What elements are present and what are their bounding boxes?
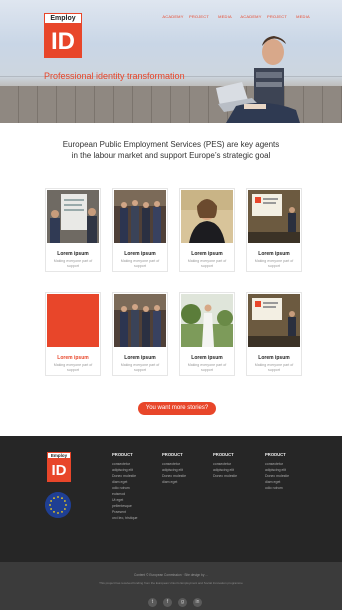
more-stories-button[interactable]: You want more stories? <box>138 402 216 415</box>
footer-heading: PRODUCT <box>213 452 234 457</box>
intro-line-2: in the labour market and support Europe’… <box>71 151 271 160</box>
hero-banner: Employ ID ACADEMY PROJECT MEDIA ACADEMY … <box>0 0 342 123</box>
card-subtitle: Making everyone part of support <box>53 363 93 372</box>
facebook-icon[interactable]: f <box>163 598 172 607</box>
card-subtitle: Making everyone part of support <box>53 259 93 268</box>
story-image-group <box>114 190 166 243</box>
story-card[interactable]: Lorem ipsum Making everyone part of supp… <box>112 188 168 272</box>
footer: Employ ID PRODUCT consectetur adipiscing… <box>0 436 342 562</box>
story-card[interactable]: Lorem ipsum Making everyone part of supp… <box>246 292 302 376</box>
card-subtitle: Making everyone part of support <box>254 363 294 372</box>
card-subtitle: Making everyone part of support <box>120 259 160 268</box>
linkedin-icon[interactable]: in <box>193 598 202 607</box>
story-image-outdoor-woman <box>181 294 233 347</box>
footer-link[interactable]: Donec molestie <box>213 473 263 479</box>
hero-title: Professional identity transformation <box>44 71 185 81</box>
logo-top-text: Employ <box>44 13 82 24</box>
intro-text: European Public Employment Services (PES… <box>0 139 342 161</box>
card-title: Lorem ipsum <box>124 251 156 257</box>
footer-logo-top-text: Employ <box>47 452 71 459</box>
story-image-orange-placeholder <box>47 294 99 347</box>
footer-column: PRODUCT consectetur adipiscing elit Done… <box>213 452 263 479</box>
page: Employ ID ACADEMY PROJECT MEDIA ACADEMY … <box>0 0 342 610</box>
footer-heading: PRODUCT <box>265 452 286 457</box>
footer-link[interactable]: orci leo, tristique <box>112 515 162 521</box>
nav-item-media-2[interactable]: MEDIA <box>290 14 316 19</box>
top-navigation: ACADEMY PROJECT MEDIA ACADEMY PROJECT ME… <box>160 14 316 19</box>
footer-logo-id-text: ID <box>51 462 67 479</box>
footer-column: PRODUCT consectetur adipiscing elit Done… <box>112 452 162 521</box>
card-title: Lorem ipsum <box>191 251 223 257</box>
nav-item-project[interactable]: PROJECT <box>186 14 212 19</box>
card-title: Lorem ipsum <box>191 355 223 361</box>
card-title: Lorem ipsum <box>124 355 156 361</box>
footer-column: PRODUCT consectetur adipiscing elit Done… <box>162 452 212 485</box>
twitter-icon[interactable]: t <box>148 598 157 607</box>
story-card[interactable]: Lorem ipsum Making everyone part of supp… <box>179 188 235 272</box>
card-subtitle: Making everyone part of support <box>254 259 294 268</box>
story-card[interactable]: Lorem ipsum Making everyone part of supp… <box>179 292 235 376</box>
nav-item-academy[interactable]: ACADEMY <box>160 14 186 19</box>
card-title: Lorem ipsum <box>258 355 290 361</box>
card-subtitle: Making everyone part of support <box>187 363 227 372</box>
story-card[interactable]: Lorem ipsum Making everyone part of supp… <box>45 292 101 376</box>
nav-item-academy-2[interactable]: ACADEMY <box>238 14 264 19</box>
logo-id-text: ID <box>51 28 75 55</box>
google-plus-icon[interactable]: g <box>178 598 187 607</box>
hero-person-image <box>216 36 300 123</box>
story-card[interactable]: Lorem ipsum Making everyone part of supp… <box>246 188 302 272</box>
story-card[interactable]: Lorem ipsum Making everyone part of supp… <box>112 292 168 376</box>
story-image-presentation <box>47 190 99 243</box>
story-image-conference <box>248 190 300 243</box>
eu-flag-icon <box>45 492 71 518</box>
story-image-woman <box>181 190 233 243</box>
footer-bottom-bar: Content © European Commission · Site des… <box>0 562 342 610</box>
story-image-group <box>114 294 166 347</box>
copyright-text: Content © European Commission · Site des… <box>134 573 208 577</box>
footer-heading: PRODUCT <box>112 452 133 457</box>
footer-column: PRODUCT consectetur adipiscing elit Done… <box>265 452 315 491</box>
intro-line-1: European Public Employment Services (PES… <box>62 140 280 149</box>
story-image-conference <box>248 294 300 347</box>
story-card[interactable]: Lorem ipsum Making everyone part of supp… <box>45 188 101 272</box>
footer-heading: PRODUCT <box>162 452 183 457</box>
nav-item-media[interactable]: MEDIA <box>212 14 238 19</box>
card-title: Lorem ipsum <box>57 251 89 257</box>
card-subtitle: Making everyone part of support <box>120 363 160 372</box>
card-subtitle: Making everyone part of support <box>187 259 227 268</box>
footer-link[interactable]: odio rutrum <box>265 485 315 491</box>
nav-item-project-2[interactable]: PROJECT <box>264 14 290 19</box>
footer-logo[interactable]: Employ ID <box>47 452 71 482</box>
footer-link[interactable]: diam eget <box>162 479 212 485</box>
card-title: Lorem ipsum <box>57 355 89 361</box>
card-title: Lorem ipsum <box>258 251 290 257</box>
funding-text: This project has received funding from t… <box>99 581 243 585</box>
brand-logo[interactable]: Employ ID <box>44 13 82 58</box>
